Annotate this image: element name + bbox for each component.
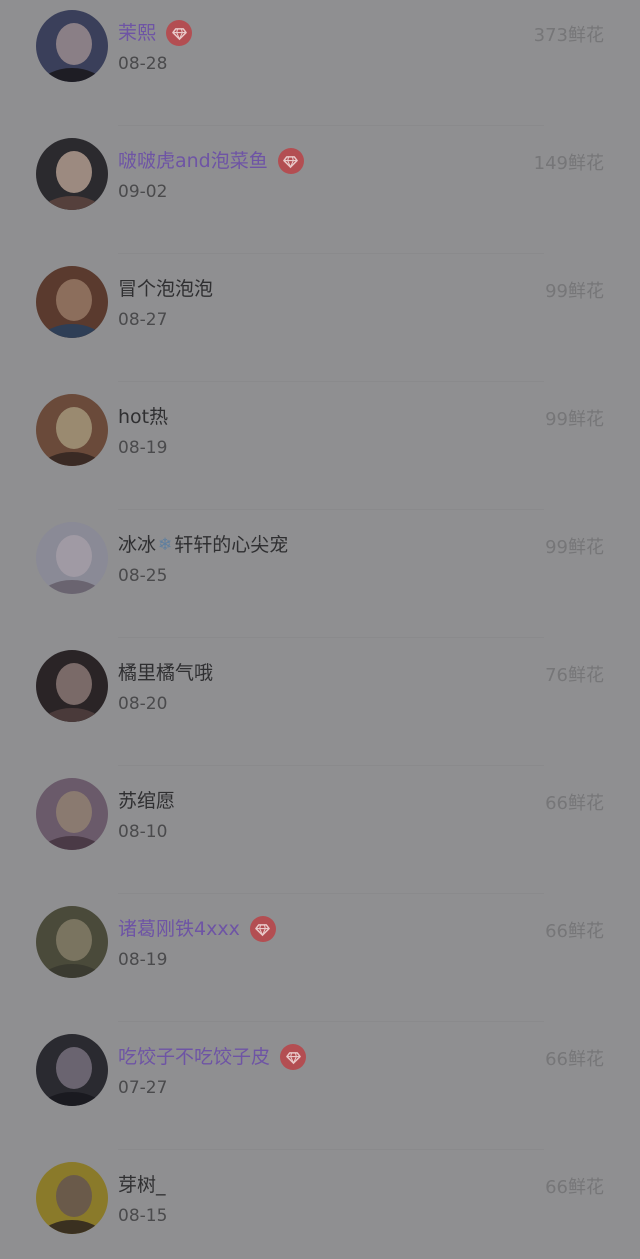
user-name[interactable]: 茉熙	[118, 18, 156, 48]
user-avatar[interactable]	[36, 778, 108, 850]
user-name[interactable]: hot热	[118, 402, 168, 432]
ranking-row[interactable]: 芽树_ 08-15 66鲜花	[0, 1150, 640, 1259]
gift-date: 08-28	[118, 54, 168, 74]
user-name-line: 橘里橘气哦	[118, 658, 213, 688]
user-name[interactable]: 橘里橘气哦	[118, 658, 213, 688]
diamond-icon	[280, 1044, 307, 1070]
user-name-line: 吃饺子不吃饺子皮	[118, 1042, 307, 1072]
ranking-row[interactable]: 苏绾愿 08-10 66鲜花	[0, 766, 640, 894]
avatar-image	[36, 1034, 108, 1106]
user-avatar[interactable]	[36, 266, 108, 338]
user-name-line: 诸葛刚铁4xxx	[118, 914, 276, 944]
gift-date: 08-19	[118, 438, 168, 458]
gift-date: 08-25	[118, 566, 168, 586]
user-avatar[interactable]	[36, 1034, 108, 1106]
ranking-row[interactable]: 啵啵虎and泡菜鱼 09-02 149鲜花	[0, 126, 640, 254]
avatar-image	[36, 650, 108, 722]
user-avatar[interactable]	[36, 10, 108, 82]
gift-date: 08-27	[118, 310, 168, 330]
user-name[interactable]: 吃饺子不吃饺子皮	[118, 1042, 270, 1072]
ranking-row[interactable]: 冰冰 ❄ 轩轩的心尖宠 08-25 99鲜花	[0, 510, 640, 638]
user-name[interactable]: 苏绾愿	[118, 786, 175, 816]
flower-count: 99鲜花	[545, 537, 604, 558]
snowflake-icon: ❄	[158, 535, 173, 555]
user-name-line: 冰冰 ❄ 轩轩的心尖宠	[118, 530, 288, 560]
diamond-icon	[166, 20, 193, 46]
user-name[interactable]: 啵啵虎and泡菜鱼	[118, 146, 268, 176]
flower-ranking-list: 茉熙 08-28 373鲜花啵啵虎and泡菜鱼 09-02 149鲜花冒个泡泡泡 08-2…	[0, 0, 640, 1259]
user-name[interactable]: 芽树_	[118, 1170, 166, 1200]
user-avatar[interactable]	[36, 138, 108, 210]
flower-count: 66鲜花	[545, 1177, 604, 1198]
user-name-line: 啵啵虎and泡菜鱼	[118, 146, 304, 176]
user-name[interactable]: 诸葛刚铁4xxx	[118, 914, 240, 944]
user-name-line: 苏绾愿	[118, 786, 175, 816]
gift-date: 08-10	[118, 822, 168, 842]
ranking-row[interactable]: 冒个泡泡泡 08-27 99鲜花	[0, 254, 640, 382]
avatar-image	[36, 394, 108, 466]
user-avatar[interactable]	[36, 1162, 108, 1234]
ranking-row[interactable]: 橘里橘气哦 08-20 76鲜花	[0, 638, 640, 766]
user-name-line: hot热	[118, 402, 168, 432]
avatar-image	[36, 778, 108, 850]
gift-date: 07-27	[118, 1078, 168, 1098]
avatar-image	[36, 10, 108, 82]
flower-count: 99鲜花	[545, 281, 604, 302]
ranking-row[interactable]: 诸葛刚铁4xxx 08-19 66鲜花	[0, 894, 640, 1022]
flower-count: 66鲜花	[545, 1049, 604, 1070]
avatar-image	[36, 522, 108, 594]
avatar-image	[36, 266, 108, 338]
diamond-icon	[277, 148, 304, 174]
flower-count: 373鲜花	[533, 25, 604, 46]
user-avatar[interactable]	[36, 906, 108, 978]
flower-count: 99鲜花	[545, 409, 604, 430]
flower-count: 76鲜花	[545, 665, 604, 686]
user-avatar[interactable]	[36, 522, 108, 594]
gift-date: 08-15	[118, 1206, 168, 1226]
user-avatar[interactable]	[36, 650, 108, 722]
user-name[interactable]: 冰冰	[118, 530, 156, 560]
avatar-image	[36, 138, 108, 210]
avatar-image	[36, 906, 108, 978]
flower-count: 66鲜花	[545, 921, 604, 942]
flower-count: 66鲜花	[545, 793, 604, 814]
gift-date: 08-19	[118, 950, 168, 970]
user-name-suffix[interactable]: 轩轩的心尖宠	[174, 530, 288, 560]
gift-date: 08-20	[118, 694, 168, 714]
user-name[interactable]: 冒个泡泡泡	[118, 274, 213, 304]
user-avatar[interactable]	[36, 394, 108, 466]
user-name-line: 冒个泡泡泡	[118, 274, 213, 304]
diamond-icon	[249, 916, 276, 942]
ranking-row[interactable]: 吃饺子不吃饺子皮 07-27 66鲜花	[0, 1022, 640, 1150]
ranking-row[interactable]: 茉熙 08-28 373鲜花	[0, 0, 640, 126]
avatar-image	[36, 1162, 108, 1234]
user-name-line: 茉熙	[118, 18, 193, 48]
ranking-row[interactable]: hot热 08-19 99鲜花	[0, 382, 640, 510]
flower-count: 149鲜花	[533, 153, 604, 174]
user-name-line: 芽树_	[118, 1170, 166, 1200]
gift-date: 09-02	[118, 182, 168, 202]
